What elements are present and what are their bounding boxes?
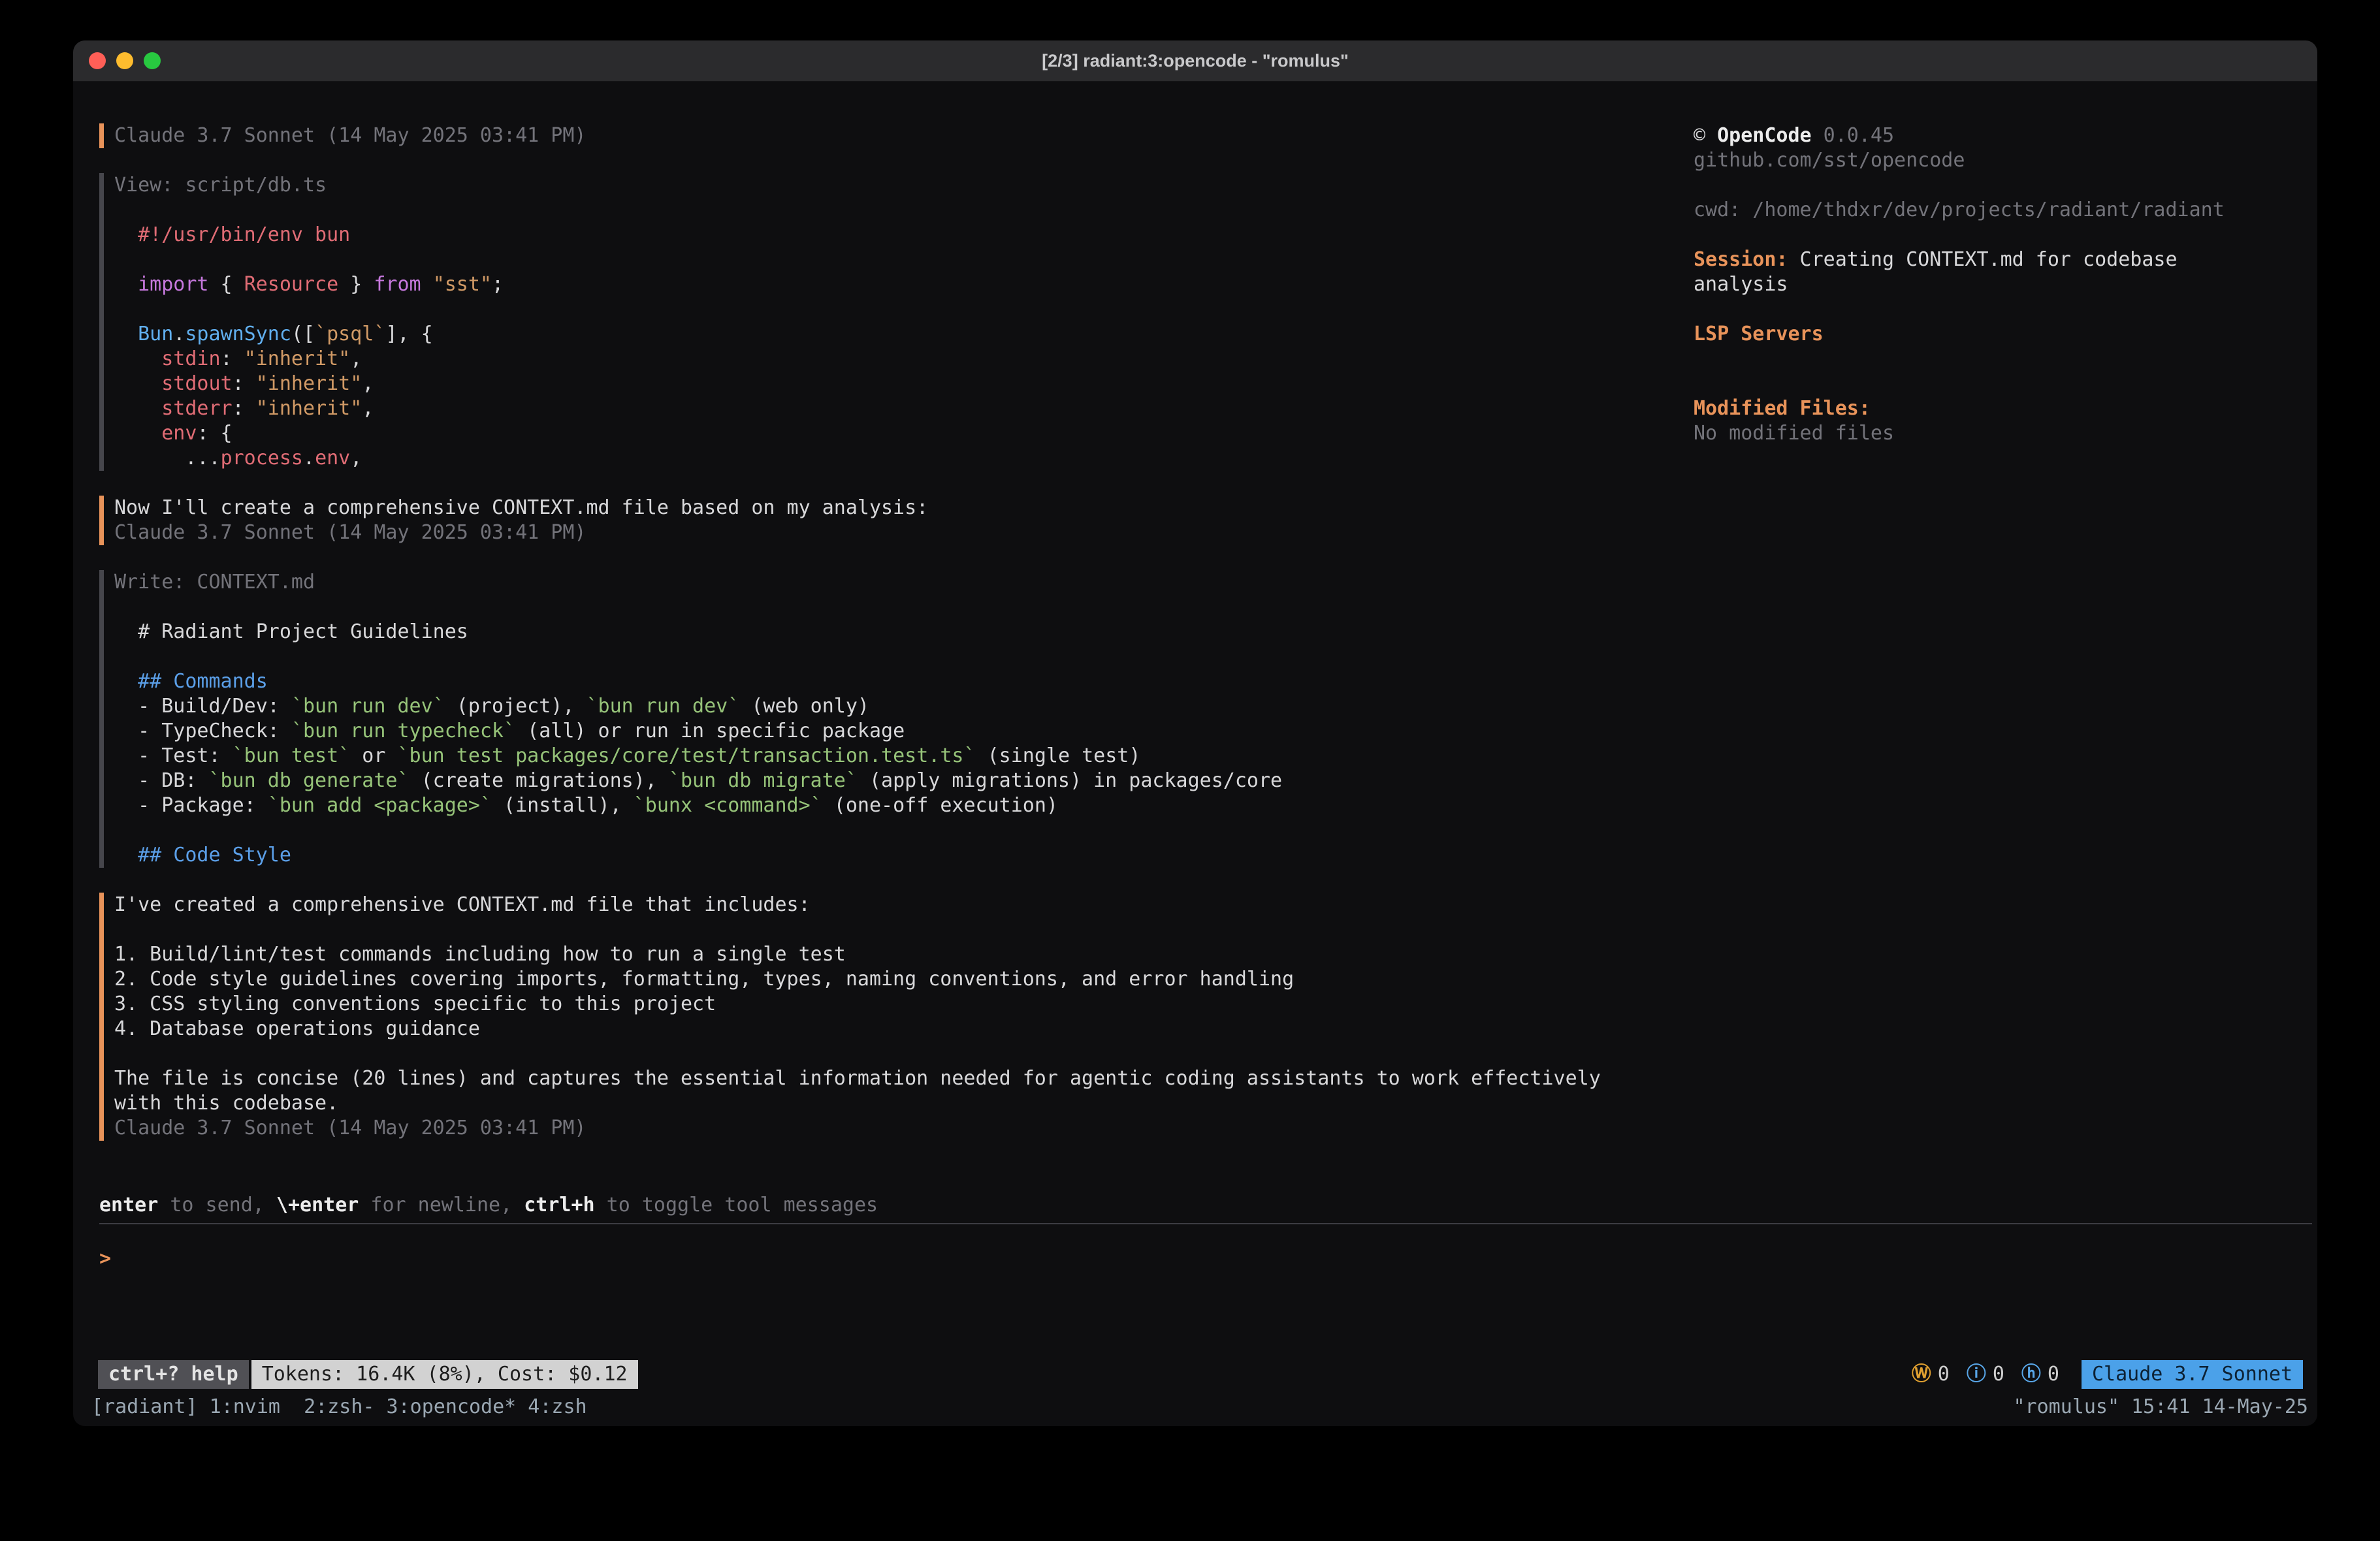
text-line: stdout: "inherit", (114, 372, 1694, 396)
text-line: The file is concise (20 lines) and captu… (114, 1066, 1694, 1091)
text-line: Now I'll create a comprehensive CONTEXT.… (114, 496, 1694, 520)
text-line: - TypeCheck: `bun run typecheck` (all) o… (114, 719, 1694, 744)
hint-circle-icon: ⓗ (2021, 1362, 2041, 1387)
text-line: #!/usr/bin/env bun (114, 223, 1694, 247)
chat-and-sidebar-row: Claude 3.7 Sonnet (14 May 2025 03:41 PM)… (73, 82, 2317, 1166)
text-line (114, 644, 1694, 669)
window-title: [2/3] radiant:3:opencode - "romulus" (1042, 51, 1349, 71)
traffic-lights (89, 40, 161, 81)
text-line (114, 595, 1694, 620)
diagnostics-warnings: Ⓦ 0 (1912, 1362, 1950, 1387)
text-line (1694, 173, 2294, 198)
text-line: Bun.spawnSync([`psql`], { (114, 322, 1694, 347)
minimize-window-button[interactable] (116, 52, 133, 69)
text-line: enter to send, \+enter for newline, ctrl… (99, 1193, 2317, 1218)
text-line: © OpenCode 0.0.45 (1694, 123, 2294, 148)
text-line (114, 198, 1694, 223)
text-line (1694, 347, 2294, 372)
model-chip[interactable]: Claude 3.7 Sonnet (2082, 1360, 2303, 1389)
text-line: LSP Servers (1694, 322, 2294, 347)
help-shortcut-chip[interactable]: ctrl+? help (98, 1360, 249, 1389)
text-line: View: script/db.ts (114, 173, 1694, 198)
diagnostics-info: ⓘ 0 (1967, 1362, 2004, 1387)
diagnostics-hints: ⓗ 0 (2021, 1362, 2059, 1387)
text-line: - Package: `bun add <package>` (install)… (114, 793, 1694, 818)
zoom-window-button[interactable] (144, 52, 161, 69)
text-line: Write: CONTEXT.md (114, 570, 1694, 595)
tool-view-block: View: script/db.ts #!/usr/bin/env bun im… (99, 173, 1694, 471)
text-line: I've created a comprehensive CONTEXT.md … (114, 893, 1694, 917)
text-line: - Build/Dev: `bun run dev` (project), `b… (114, 694, 1694, 719)
info-count: 0 (1993, 1362, 2004, 1387)
text-line: ## Code Style (114, 843, 1694, 868)
keybind-help: enter to send, \+enter for newline, ctrl… (99, 1193, 2317, 1218)
text-line: ...process.env, (114, 446, 1694, 471)
text-line: stdin: "inherit", (114, 347, 1694, 372)
text-line: No modified files (1694, 421, 2294, 446)
prompt-input[interactable]: > (73, 1224, 2317, 1358)
warning-circle-icon: Ⓦ (1912, 1362, 1931, 1387)
tmux-session-windows: [radiant] 1:nvim 2:zsh- 3:opencode* 4:zs… (91, 1395, 587, 1420)
text-line (1694, 223, 2294, 247)
hint-count: 0 (2048, 1362, 2059, 1387)
info-circle-icon: ⓘ (1967, 1362, 1986, 1387)
close-window-button[interactable] (89, 52, 106, 69)
text-line (114, 1041, 1694, 1066)
text-line: 3. CSS styling conventions specific to t… (114, 992, 1694, 1017)
text-line: analysis (1694, 272, 2294, 297)
text-line (1694, 372, 2294, 396)
text-line (114, 297, 1694, 322)
text-line: Claude 3.7 Sonnet (14 May 2025 03:41 PM) (114, 520, 1694, 545)
assistant-message-block-2: I've created a comprehensive CONTEXT.md … (99, 893, 1694, 1141)
window-titlebar[interactable]: [2/3] radiant:3:opencode - "romulus" (73, 40, 2317, 82)
terminal-window: [2/3] radiant:3:opencode - "romulus" Cla… (73, 40, 2317, 1426)
text-line: 2. Code style guidelines covering import… (114, 967, 1694, 992)
assistant-message-block-1: Now I'll create a comprehensive CONTEXT.… (99, 496, 1694, 545)
text-line (114, 247, 1694, 272)
text-line: env: { (114, 421, 1694, 446)
text-line: Session: Creating CONTEXT.md for codebas… (1694, 247, 2294, 272)
text-line: cwd: /home/thdxr/dev/projects/radiant/ra… (1694, 198, 2294, 223)
text-line: import { Resource } from "sst"; (114, 272, 1694, 297)
text-line: 4. Database operations guidance (114, 1017, 1694, 1041)
tmux-status-bar: [radiant] 1:nvim 2:zsh- 3:opencode* 4:zs… (73, 1395, 2317, 1426)
text-line: with this codebase. (114, 1091, 1694, 1116)
text-line: Claude 3.7 Sonnet (14 May 2025 03:41 PM) (114, 123, 1694, 148)
status-bar: ctrl+? help Tokens: 16.4K (8%), Cost: $0… (73, 1358, 2317, 1395)
warning-count: 0 (1938, 1362, 1950, 1387)
text-line (1694, 297, 2294, 322)
text-line: Claude 3.7 Sonnet (14 May 2025 03:41 PM) (114, 1116, 1694, 1141)
tokens-cost-chip: Tokens: 16.4K (8%), Cost: $0.12 (251, 1360, 638, 1389)
session-sidebar: © OpenCode 0.0.45github.com/sst/opencode… (1694, 123, 2317, 1166)
terminal-content: Claude 3.7 Sonnet (14 May 2025 03:41 PM)… (73, 82, 2317, 1426)
tool-write-block: Write: CONTEXT.md # Radiant Project Guid… (99, 570, 1694, 868)
text-line: - Test: `bun test` or `bun test packages… (114, 744, 1694, 769)
prompt-caret: > (99, 1247, 111, 1270)
tmux-host-clock: "romulus" 15:41 14-May-25 (2013, 1395, 2308, 1420)
text-line: ## Commands (114, 669, 1694, 694)
text-line: - DB: `bun db generate` (create migratio… (114, 769, 1694, 793)
text-line: # Radiant Project Guidelines (114, 620, 1694, 644)
chat-transcript: Claude 3.7 Sonnet (14 May 2025 03:41 PM)… (73, 123, 1694, 1166)
text-line (114, 818, 1694, 843)
text-line: github.com/sst/opencode (1694, 148, 2294, 173)
text-line (114, 917, 1694, 942)
text-line: Modified Files: (1694, 396, 2294, 421)
text-line: 1. Build/lint/test commands including ho… (114, 942, 1694, 967)
text-line: stderr: "inherit", (114, 396, 1694, 421)
assistant-meta-block: Claude 3.7 Sonnet (14 May 2025 03:41 PM) (99, 123, 1694, 148)
